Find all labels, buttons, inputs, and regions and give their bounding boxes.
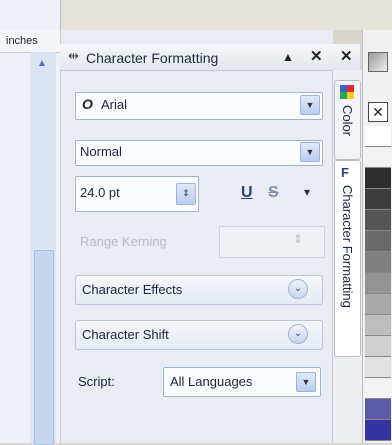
color-swatch[interactable] — [365, 378, 391, 399]
color-swatch[interactable] — [365, 294, 391, 315]
script-value: All Languages — [170, 374, 253, 389]
color-swatch[interactable] — [365, 252, 391, 273]
color-swatch[interactable] — [365, 399, 391, 420]
expand-chevron-icon[interactable]: ⌄ — [288, 324, 308, 344]
tab-character-formatting-label: Character Formatting — [340, 185, 355, 308]
color-swatch[interactable] — [365, 147, 391, 168]
collapse-arrow-icon[interactable]: ▲ — [282, 50, 294, 64]
color-swatch[interactable] — [365, 357, 391, 378]
color-palette: ✕ — [362, 30, 392, 443]
character-shift-label: Character Shift — [82, 327, 169, 342]
underline-icon[interactable]: U — [241, 184, 253, 202]
font-style-value: Normal — [80, 144, 122, 159]
script-label: Script: — [78, 374, 115, 389]
color-swatch[interactable] — [365, 168, 391, 189]
no-color-swatch[interactable]: ✕ — [368, 102, 388, 122]
tab-color[interactable]: Color — [334, 80, 361, 160]
palette-menu-icon[interactable] — [368, 52, 388, 72]
script-dropdown-button[interactable]: ▼ — [296, 372, 316, 392]
range-kerning-field — [219, 226, 325, 258]
character-formatting-tab-icon: F — [341, 165, 349, 180]
color-swatch[interactable] — [365, 273, 391, 294]
expand-chevron-icon[interactable]: ⌄ — [288, 279, 308, 299]
color-swatch[interactable] — [365, 231, 391, 252]
font-name-value: Arial — [101, 97, 128, 112]
scrollbar-thumb[interactable] — [34, 250, 54, 445]
color-swatch[interactable] — [365, 315, 391, 336]
tab-color-label: Color — [340, 105, 355, 137]
color-swatch[interactable] — [365, 189, 391, 210]
font-dropdown-button[interactable]: ▼ — [300, 95, 320, 115]
color-swatch[interactable] — [365, 420, 391, 441]
color-swatch[interactable] — [365, 210, 391, 231]
underline-dropdown-icon[interactable]: ▾ — [304, 185, 310, 199]
close-docker-button[interactable]: ✕ — [310, 47, 323, 65]
ruler-unit-label: inches — [6, 35, 38, 47]
color-swatch[interactable] — [365, 336, 391, 357]
palette-swatches — [365, 126, 391, 441]
color-tab-icon — [340, 85, 354, 99]
opentype-font-icon: O — [82, 96, 93, 112]
strikethrough-icon[interactable]: S — [268, 184, 279, 202]
docker-title: Character Formatting — [86, 50, 219, 66]
style-dropdown-button[interactable]: ▼ — [300, 142, 320, 162]
tab-character-formatting[interactable]: F Character Formatting — [334, 160, 361, 357]
close-all-dockers-button[interactable]: ✕ — [340, 47, 353, 65]
range-kerning-label: Range Kerning — [80, 234, 167, 249]
font-size-spinner[interactable]: ⇕ — [176, 183, 196, 205]
character-effects-label: Character Effects — [82, 282, 183, 297]
scroll-up-arrow-icon[interactable]: ▲ — [34, 58, 50, 70]
range-kerning-spinner: ⇕ — [293, 232, 304, 246]
color-swatch[interactable] — [365, 126, 391, 147]
font-size-value: 24.0 pt — [80, 185, 120, 200]
docker-grip-icon[interactable]: ⇹ — [68, 48, 79, 64]
